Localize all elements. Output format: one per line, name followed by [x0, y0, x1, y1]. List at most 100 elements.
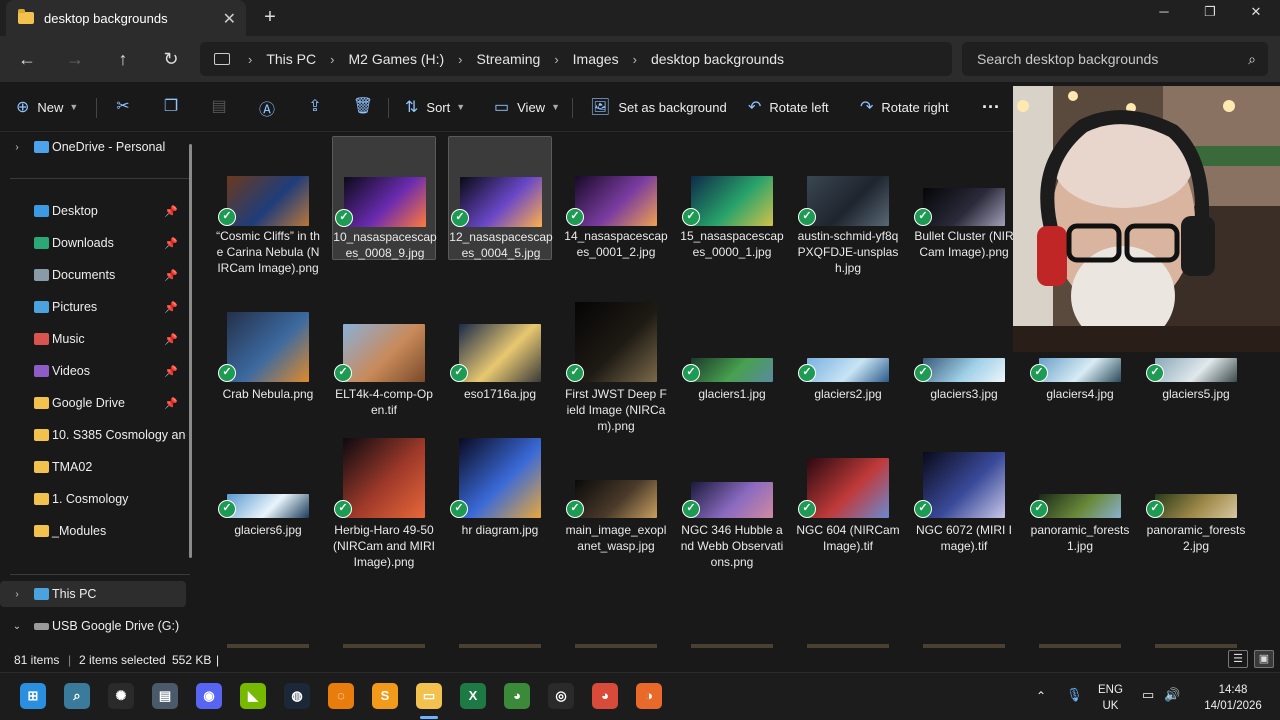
- file-item[interactable]: ✓ NGC 346 Hubble and Webb Observations.pn…: [680, 430, 784, 569]
- tab-desktop-backgrounds[interactable]: desktop backgrounds ✕: [6, 0, 246, 36]
- copy-icon[interactable]: ❐: [160, 96, 182, 118]
- pin-icon[interactable]: 📌: [164, 397, 178, 410]
- steam-icon[interactable]: ◍: [284, 683, 310, 709]
- pin-icon[interactable]: 📌: [164, 269, 178, 282]
- file-item[interactable]: ✓ NGC 6072 (MIRI Image).tif: [912, 430, 1016, 554]
- sidebar-item[interactable]: TMA02: [0, 454, 186, 480]
- file-item[interactable]: ✓ “Cosmic Cliffs” in the Carina Nebula (N…: [216, 136, 320, 275]
- language-indicator[interactable]: ENG UK: [1098, 682, 1123, 714]
- breadcrumb-this-pc[interactable]: This PC: [266, 51, 316, 67]
- more-options-button[interactable]: ···: [982, 96, 1000, 118]
- file-item[interactable]: ✓ glaciers3.jpg: [912, 292, 1016, 416]
- file-item[interactable]: ✓ panoramic_forests1.jpg: [1028, 430, 1132, 554]
- cut-icon[interactable]: ✂: [112, 96, 134, 118]
- file-item[interactable]: ✓ glaciers6.jpg: [216, 430, 320, 554]
- tray-chevron-icon[interactable]: ⌃: [1036, 688, 1046, 704]
- tab-close-icon[interactable]: ✕: [223, 9, 236, 29]
- volume-icon[interactable]: 🔊: [1164, 687, 1180, 703]
- refresh-button[interactable]: ↻: [158, 46, 184, 72]
- details-view-icon[interactable]: ☰: [1228, 650, 1248, 668]
- file-item[interactable]: ✓ 10_nasaspacescapes_0008_9.jpg: [332, 136, 437, 260]
- chrome-icon[interactable]: ◕: [504, 683, 530, 709]
- breadcrumb-separator[interactable]: ›: [330, 52, 334, 67]
- start-button[interactable]: ⊞: [20, 683, 46, 709]
- share-icon[interactable]: ⇪: [304, 96, 326, 118]
- breadcrumb-images[interactable]: Images: [573, 51, 619, 67]
- sidebar-item[interactable]: Downloads 📌: [0, 230, 186, 256]
- breadcrumb-streaming[interactable]: Streaming: [477, 51, 541, 67]
- sidebar-item-this-pc[interactable]: › This PC: [0, 581, 186, 607]
- file-item[interactable]: ✓ Bullet Cluster (NIRCam Image).png: [912, 136, 1016, 260]
- expand-icon[interactable]: ›: [0, 589, 34, 600]
- pin-icon[interactable]: 📌: [164, 365, 178, 378]
- nvidia-icon[interactable]: ◣: [240, 683, 266, 709]
- pin-icon[interactable]: 📌: [164, 301, 178, 314]
- file-item[interactable]: ✓ 12_nasaspacescapes_0004_5.jpg: [448, 136, 553, 260]
- microphone-icon[interactable]: 🎙: [1066, 687, 1083, 703]
- sidebar-item[interactable]: Desktop 📌: [0, 198, 186, 224]
- collapse-icon[interactable]: ⌄: [0, 621, 34, 632]
- pin-icon[interactable]: 📌: [164, 237, 178, 250]
- file-item[interactable]: ✓ 14_nasaspacescapes_0001_2.jpg: [564, 136, 668, 260]
- sidebar-item[interactable]: Documents 📌: [0, 262, 186, 288]
- breadcrumb-m2-games[interactable]: M2 Games (H:): [348, 51, 444, 67]
- search-app-icon[interactable]: ⌕: [64, 683, 90, 709]
- search-input[interactable]: Search desktop backgrounds ⌕: [962, 42, 1268, 76]
- file-item[interactable]: ✓ Herbig-Haro 49-50 (NIRCam and MIRI Imag…: [332, 430, 436, 569]
- sidebar-item[interactable]: _Modules: [0, 518, 186, 544]
- file-item[interactable]: ✓ glaciers2.jpg: [796, 292, 900, 416]
- file-item[interactable]: ✓ ELT4k-4-comp-Open.tif: [332, 292, 436, 417]
- obs-icon[interactable]: ◎: [548, 683, 574, 709]
- sidebar-scrollbar[interactable]: [189, 144, 192, 558]
- breadcrumb-separator[interactable]: ›: [554, 52, 558, 67]
- view-button[interactable]: ▭ View ▼: [494, 96, 560, 118]
- printer-app-icon[interactable]: ▤: [152, 683, 178, 709]
- back-button[interactable]: ←: [14, 46, 40, 72]
- file-item[interactable]: ✓ 15_nasaspacescapes_0000_1.jpg: [680, 136, 784, 260]
- sort-button[interactable]: ⇅ Sort ▼: [405, 96, 465, 118]
- file-explorer-icon[interactable]: ▭: [416, 683, 442, 709]
- sidebar-item-usb-drive[interactable]: ⌄ USB Google Drive (G:): [0, 613, 186, 639]
- large-icons-view-icon[interactable]: ▣: [1254, 650, 1274, 668]
- excel-icon[interactable]: X: [460, 683, 486, 709]
- chatgpt-icon[interactable]: ✺: [108, 683, 134, 709]
- file-item[interactable]: ✓ Crab Nebula.png: [216, 292, 320, 416]
- discord-icon[interactable]: ◉: [196, 683, 222, 709]
- breadcrumb-desktop-backgrounds[interactable]: desktop backgrounds: [651, 51, 784, 67]
- file-item[interactable]: ✓ austin-schmid-yf8qPXQFDJE-unsplash.jpg: [796, 136, 900, 275]
- maximize-button[interactable]: ❐: [1198, 4, 1222, 20]
- sidebar-item[interactable]: Music 📌: [0, 326, 186, 352]
- delete-icon[interactable]: 🗑: [352, 96, 374, 118]
- close-window-button[interactable]: ✕: [1244, 4, 1268, 20]
- file-item[interactable]: ✓ main_image_exoplanet_wasp.jpg: [564, 430, 668, 554]
- minimize-button[interactable]: ─: [1152, 4, 1176, 19]
- file-item[interactable]: ✓ eso1716a.jpg: [448, 292, 552, 416]
- sidebar-item-onedrive[interactable]: › OneDrive - Personal: [0, 134, 186, 160]
- firefox-icon[interactable]: ◑: [636, 683, 662, 709]
- blender-icon[interactable]: ◌: [328, 683, 354, 709]
- rename-icon[interactable]: Ⓐ: [256, 96, 278, 119]
- file-item[interactable]: ✓ First JWST Deep Field Image (NIRCam).pn…: [564, 292, 668, 433]
- address-bar[interactable]: › This PC › M2 Games (H:) › Streaming › …: [200, 42, 952, 76]
- sidebar-item[interactable]: Pictures 📌: [0, 294, 186, 320]
- expand-icon[interactable]: ›: [0, 142, 34, 153]
- file-item[interactable]: ✓ panoramic_forests2.jpg: [1144, 430, 1248, 554]
- network-icon[interactable]: ▭: [1142, 687, 1154, 703]
- pin-icon[interactable]: 📌: [164, 333, 178, 346]
- pin-icon[interactable]: 📌: [164, 205, 178, 218]
- clock[interactable]: 14:48 14/01/2026: [1198, 682, 1268, 714]
- forward-button[interactable]: →: [62, 46, 88, 72]
- file-item[interactable]: ✓ hr diagram.jpg: [448, 430, 552, 554]
- set-as-background-button[interactable]: 🖼 Set as background: [590, 96, 727, 118]
- sublime-icon[interactable]: S: [372, 683, 398, 709]
- breadcrumb-separator[interactable]: ›: [458, 52, 462, 67]
- sidebar-item[interactable]: 1. Cosmology: [0, 486, 186, 512]
- up-button[interactable]: ↑: [110, 46, 136, 72]
- sidebar-item[interactable]: Videos 📌: [0, 358, 186, 384]
- rotate-right-button[interactable]: ↷ Rotate right: [860, 96, 949, 118]
- rotate-left-button[interactable]: ↶ Rotate left: [748, 96, 829, 118]
- breadcrumb-separator[interactable]: ›: [633, 52, 637, 67]
- new-tab-button[interactable]: +: [258, 6, 282, 29]
- paste-icon[interactable]: ▤: [208, 96, 230, 118]
- file-item[interactable]: ✓ glaciers1.jpg: [680, 292, 784, 416]
